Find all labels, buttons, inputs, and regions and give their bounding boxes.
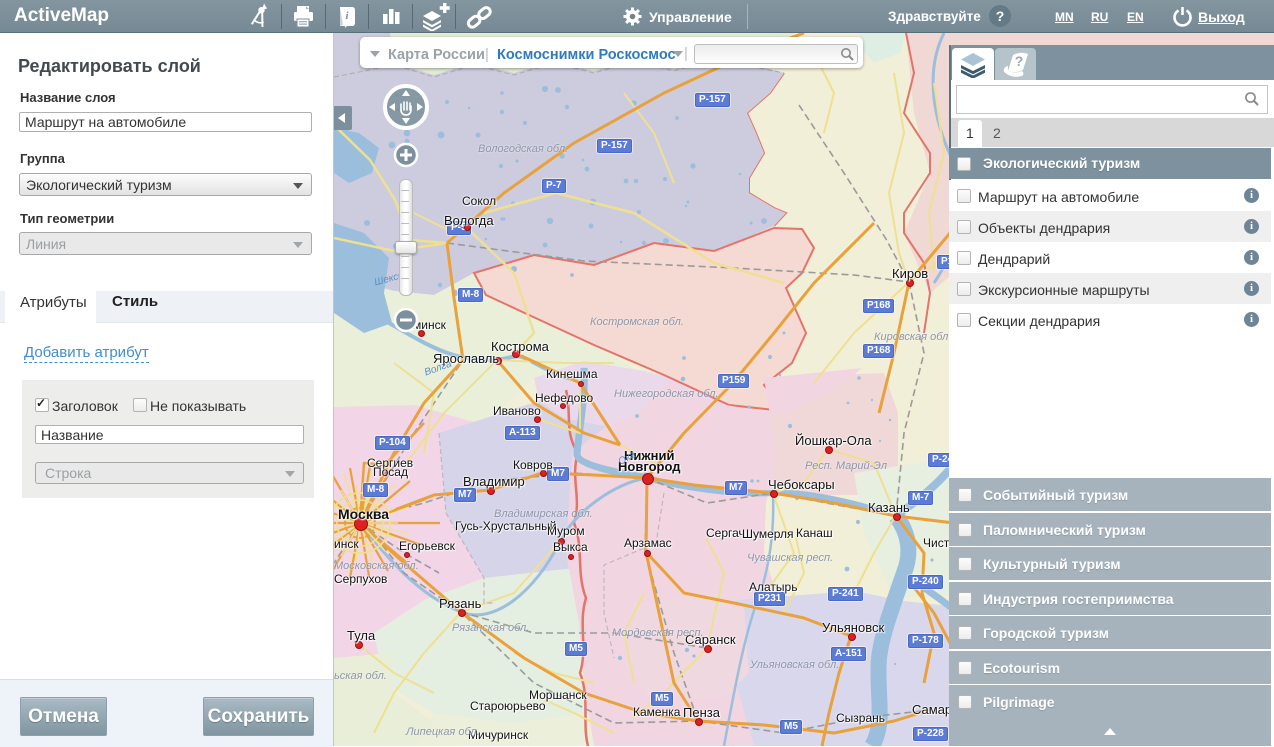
svg-text:?: ? xyxy=(1015,53,1024,69)
